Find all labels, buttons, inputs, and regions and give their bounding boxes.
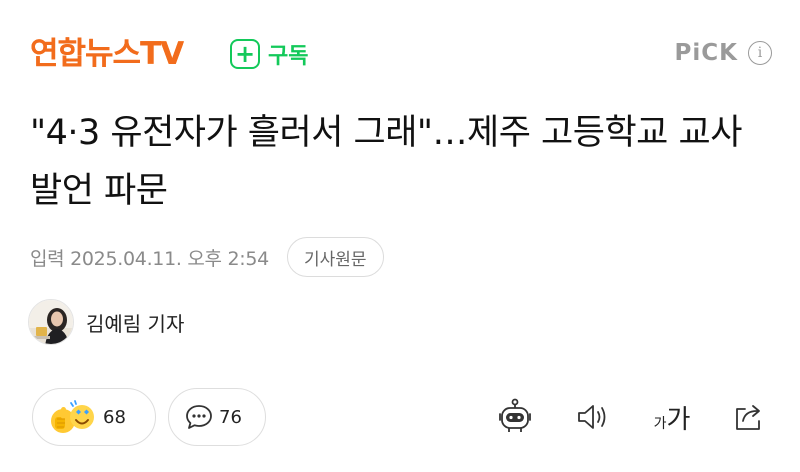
original-article-button[interactable]: 기사원문 — [286, 237, 384, 277]
top-bar: 연합뉴스TV + 구독 PiCK i — [0, 22, 800, 88]
comment-icon — [186, 405, 212, 429]
speaker-icon — [578, 405, 606, 429]
font-big-glyph: 가 — [666, 404, 691, 435]
share-button[interactable] — [728, 396, 770, 438]
avatar-image — [29, 300, 73, 344]
reporter-link[interactable]: 김예림 기자 — [28, 298, 184, 346]
font-small-glyph: 가 — [653, 415, 667, 432]
original-article-label: 기사원문 — [303, 249, 367, 270]
pick-badge: PiCK — [674, 40, 738, 66]
reporter-name: 김예림 기자 — [86, 311, 185, 336]
article-headline: "4·3 유전자가 흘러서 그래"…제주 고등학교 교사 발언 파문 — [30, 113, 742, 211]
reaction-count: 68 — [103, 406, 126, 428]
summary-bot-button[interactable] — [494, 396, 536, 438]
reporter-avatar — [28, 299, 74, 345]
font-size-icon: 가 가 — [654, 399, 691, 436]
share-icon — [736, 405, 760, 430]
comment-count: 76 — [219, 406, 242, 428]
plus-icon: + — [230, 39, 260, 69]
robot-summary-icon — [499, 398, 531, 432]
reaction-button[interactable]: 68 — [32, 388, 156, 446]
article-actions: 68 76 가 가 — [0, 388, 800, 448]
comment-button[interactable]: 76 — [168, 388, 266, 446]
press-logo[interactable]: 연합뉴스TV — [30, 32, 184, 76]
subscribe-label: 구독 — [268, 44, 309, 69]
info-icon[interactable]: i — [748, 41, 772, 65]
listen-button[interactable] — [572, 396, 614, 438]
subscribe-button[interactable]: + 구독 — [230, 36, 308, 72]
article-meta: 입력 2025.04.11. 오후 2:54 기사원문 — [30, 236, 384, 278]
press-name: 연합뉴스TV — [30, 36, 184, 72]
like-emoji-icon — [51, 400, 94, 433]
font-size-button[interactable]: 가 가 — [646, 396, 698, 438]
publish-date: 입력 2025.04.11. 오후 2:54 — [30, 247, 269, 270]
